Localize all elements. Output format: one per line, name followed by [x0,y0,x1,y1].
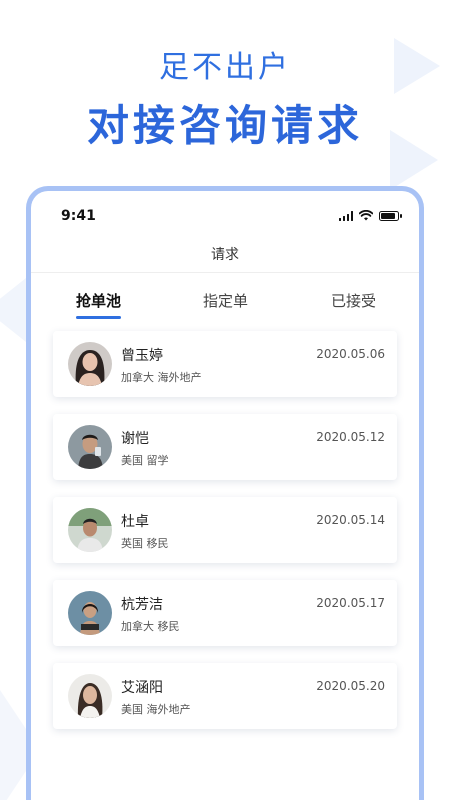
signal-icon [338,211,353,221]
tab-assigned[interactable]: 指定单 [203,290,248,311]
request-list: 曾玉婷 加拿大 海外地产 2020.05.06 谢恺 美国 留学 2020.05… [53,331,397,746]
requester-name: 杭芳洁 [121,597,163,613]
phone-frame: 9:41 请求 抢单池 指定单 已接受 曾玉婷 加拿大 海外地产 2020.05… [26,186,424,800]
request-card[interactable]: 杭芳洁 加拿大 移民 2020.05.17 [53,580,397,646]
avatar [68,425,112,469]
status-icons [338,210,402,221]
request-date: 2020.05.14 [316,513,385,527]
active-tab-indicator [76,316,121,319]
hero-subtitle: 足不出户 [159,50,291,85]
request-date: 2020.05.12 [316,430,385,444]
requester-tags: 英国 移民 [121,537,169,550]
requester-tags: 加拿大 海外地产 [121,371,202,384]
request-date: 2020.05.06 [316,347,385,361]
request-card[interactable]: 艾涵阳 美国 海外地产 2020.05.20 [53,663,397,729]
status-bar: 9:41 [31,191,419,239]
avatar [68,508,112,552]
tab-bar: 抢单池 指定单 已接受 [31,273,419,325]
status-time: 9:41 [61,208,96,224]
request-card[interactable]: 曾玉婷 加拿大 海外地产 2020.05.06 [53,331,397,397]
request-card[interactable]: 谢恺 美国 留学 2020.05.12 [53,414,397,480]
avatar [68,591,112,635]
requester-tags: 美国 留学 [121,454,169,467]
request-card[interactable]: 杜卓 英国 移民 2020.05.14 [53,497,397,563]
requester-tags: 美国 海外地产 [121,703,191,716]
request-date: 2020.05.17 [316,596,385,610]
tab-accepted[interactable]: 已接受 [331,290,376,311]
requester-name: 艾涵阳 [121,680,163,696]
battery-icon [379,211,402,221]
requester-tags: 加拿大 移民 [121,620,180,633]
requester-name: 杜卓 [121,514,149,530]
nav-title: 请求 [31,239,419,273]
requester-name: 谢恺 [121,431,149,447]
hero-title: 对接咨询请求 [86,101,363,150]
tab-grab-pool[interactable]: 抢单池 [76,290,121,311]
request-date: 2020.05.20 [316,679,385,693]
avatar [68,342,112,386]
wifi-icon [359,210,373,221]
requester-name: 曾玉婷 [121,348,163,364]
avatar [68,674,112,718]
